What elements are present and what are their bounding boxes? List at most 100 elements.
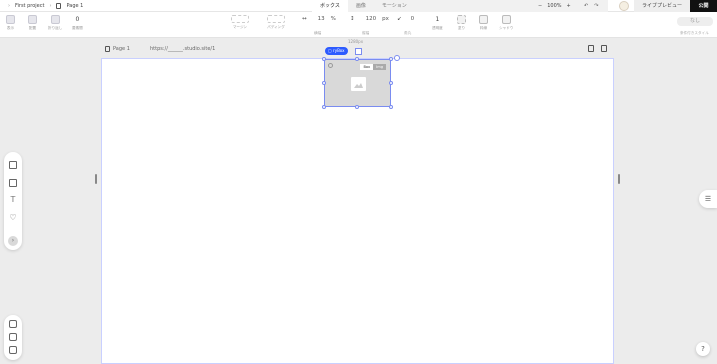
redo-button[interactable]: ↷ (594, 3, 598, 9)
project-name[interactable]: First project (15, 3, 44, 9)
height-unit[interactable]: px (382, 16, 389, 22)
display-icon (6, 15, 15, 24)
display-label: 表示 (6, 26, 15, 30)
fill-tool[interactable]: 塗り (457, 15, 466, 31)
width-unit[interactable]: % (331, 16, 336, 22)
tab-box[interactable]: ボックス (312, 0, 348, 12)
shadow-icon (501, 15, 511, 24)
margin-icon (231, 15, 249, 23)
page-icon (105, 46, 110, 52)
fill-label: 塗り (457, 26, 466, 30)
page-icon[interactable] (9, 320, 17, 328)
selected-element-tag[interactable]: ▢ ryBox (325, 47, 348, 55)
image-placeholder-icon (351, 77, 366, 91)
chevron-right-icon: › (8, 3, 10, 9)
chevron-right-icon: › (49, 3, 52, 9)
page-url[interactable]: https://______.studio.site/1 (150, 46, 215, 52)
page-icon (56, 3, 62, 9)
selection-handle[interactable] (322, 57, 326, 61)
layers-icon[interactable] (9, 333, 17, 341)
inner-tab-box[interactable]: Box (360, 64, 374, 70)
conditional-style-button[interactable]: なし (677, 17, 713, 26)
gap-tool[interactable]: 0 要素間 (72, 15, 83, 31)
gap-value[interactable]: 0 (75, 15, 79, 24)
image-tool-icon[interactable] (9, 179, 17, 187)
opacity-tool[interactable]: 1 透明度 (432, 15, 443, 31)
padding-icon (267, 15, 285, 23)
width-value[interactable]: 13 (318, 16, 325, 22)
border-icon (479, 15, 488, 24)
opacity-label: 透明度 (432, 26, 443, 30)
height-field[interactable]: ↕ 120 px (350, 16, 389, 22)
tab-image[interactable]: 画像 (348, 0, 374, 12)
more-button[interactable]: › (8, 236, 18, 246)
history-controls: ↶ ↷ (584, 3, 598, 9)
radius-label: 角丸 (404, 31, 412, 35)
text-tool-icon[interactable]: T (9, 196, 17, 204)
height-label: 縦幅 (362, 31, 370, 35)
help-button[interactable]: ? (696, 342, 710, 356)
publish-button[interactable]: 公開 (690, 0, 717, 12)
element-type-icon[interactable] (355, 48, 362, 55)
property-toolbar: 表示 配置 折り返し 0 要素間 マージン パディング ↔ 13 % 横幅 ↕ … (0, 12, 717, 38)
selected-box[interactable]: Box Img (324, 59, 391, 107)
right-panel-toggle[interactable]: ☰ (699, 190, 717, 208)
inner-tabs: Box Img (360, 64, 386, 70)
shadow-tool[interactable]: シャドウ (499, 15, 513, 31)
heart-icon[interactable]: ♡ (9, 214, 17, 222)
padding-label: パディング (267, 25, 285, 29)
top-bar: › First project › Page 1 ボックス 画像 モーション −… (0, 0, 717, 12)
gap-label: 要素間 (72, 26, 83, 30)
selection-handle[interactable] (389, 105, 393, 109)
height-icon: ↕ (350, 16, 355, 22)
avatar[interactable] (619, 1, 629, 11)
radius-field[interactable]: ↙ 0 (397, 16, 414, 22)
page-tab[interactable]: Page 1 (105, 46, 130, 52)
wrap-tool[interactable]: 折り返し (48, 15, 62, 31)
box-corner-icon (328, 63, 333, 68)
shadow-label: シャドウ (499, 26, 514, 30)
add-element-panel: T ♡ › (4, 152, 22, 250)
info-icon[interactable] (394, 55, 400, 61)
tools-panel (4, 315, 22, 360)
layout-tool[interactable]: 配置 (28, 15, 37, 31)
margin-tool[interactable]: マージン (231, 15, 249, 30)
radius-icon: ↙ (397, 16, 402, 22)
box-tool-icon[interactable] (9, 161, 17, 169)
wrap-label: 折り返し (48, 26, 63, 30)
selection-handle[interactable] (355, 57, 359, 61)
layout-icon (28, 15, 37, 24)
undo-button[interactable]: ↶ (584, 3, 588, 9)
resize-handle-right[interactable] (618, 174, 620, 184)
margin-label: マージン (232, 25, 248, 29)
width-field[interactable]: ↔ 13 % (302, 16, 336, 22)
radius-value[interactable]: 0 (411, 16, 415, 22)
export-icon[interactable] (601, 45, 607, 52)
selection-handle[interactable] (322, 81, 326, 85)
width-icon: ↔ (302, 16, 307, 22)
zoom-in-button[interactable]: + (567, 3, 571, 9)
selection-handle[interactable] (355, 105, 359, 109)
width-label: 横幅 (314, 31, 322, 35)
breadcrumb: › First project › Page 1 (8, 3, 83, 9)
padding-tool[interactable]: パディング (267, 15, 285, 30)
document-icon[interactable] (588, 45, 594, 52)
conditional-style-label: 条件付きスタイル (680, 31, 709, 35)
selection-handle[interactable] (322, 105, 326, 109)
live-preview-button[interactable]: ライブプレビュー (634, 0, 690, 12)
pen-icon[interactable] (9, 346, 17, 354)
selection-handle[interactable] (389, 81, 393, 85)
selection-handle[interactable] (389, 57, 393, 61)
inner-tab-img[interactable]: Img (373, 64, 386, 70)
page-name[interactable]: Page 1 (66, 3, 83, 9)
opacity-value[interactable]: 1 (435, 15, 439, 24)
wrap-icon (50, 15, 60, 24)
border-tool[interactable]: 枠線 (479, 15, 488, 31)
border-label: 枠線 (479, 26, 488, 30)
resize-handle-left[interactable] (95, 174, 97, 184)
zoom-out-button[interactable]: − (538, 3, 542, 9)
zoom-level[interactable]: 100% (547, 3, 561, 9)
tab-motion[interactable]: モーション (374, 0, 415, 12)
height-value[interactable]: 120 (366, 16, 377, 22)
display-tool[interactable]: 表示 (6, 15, 15, 31)
